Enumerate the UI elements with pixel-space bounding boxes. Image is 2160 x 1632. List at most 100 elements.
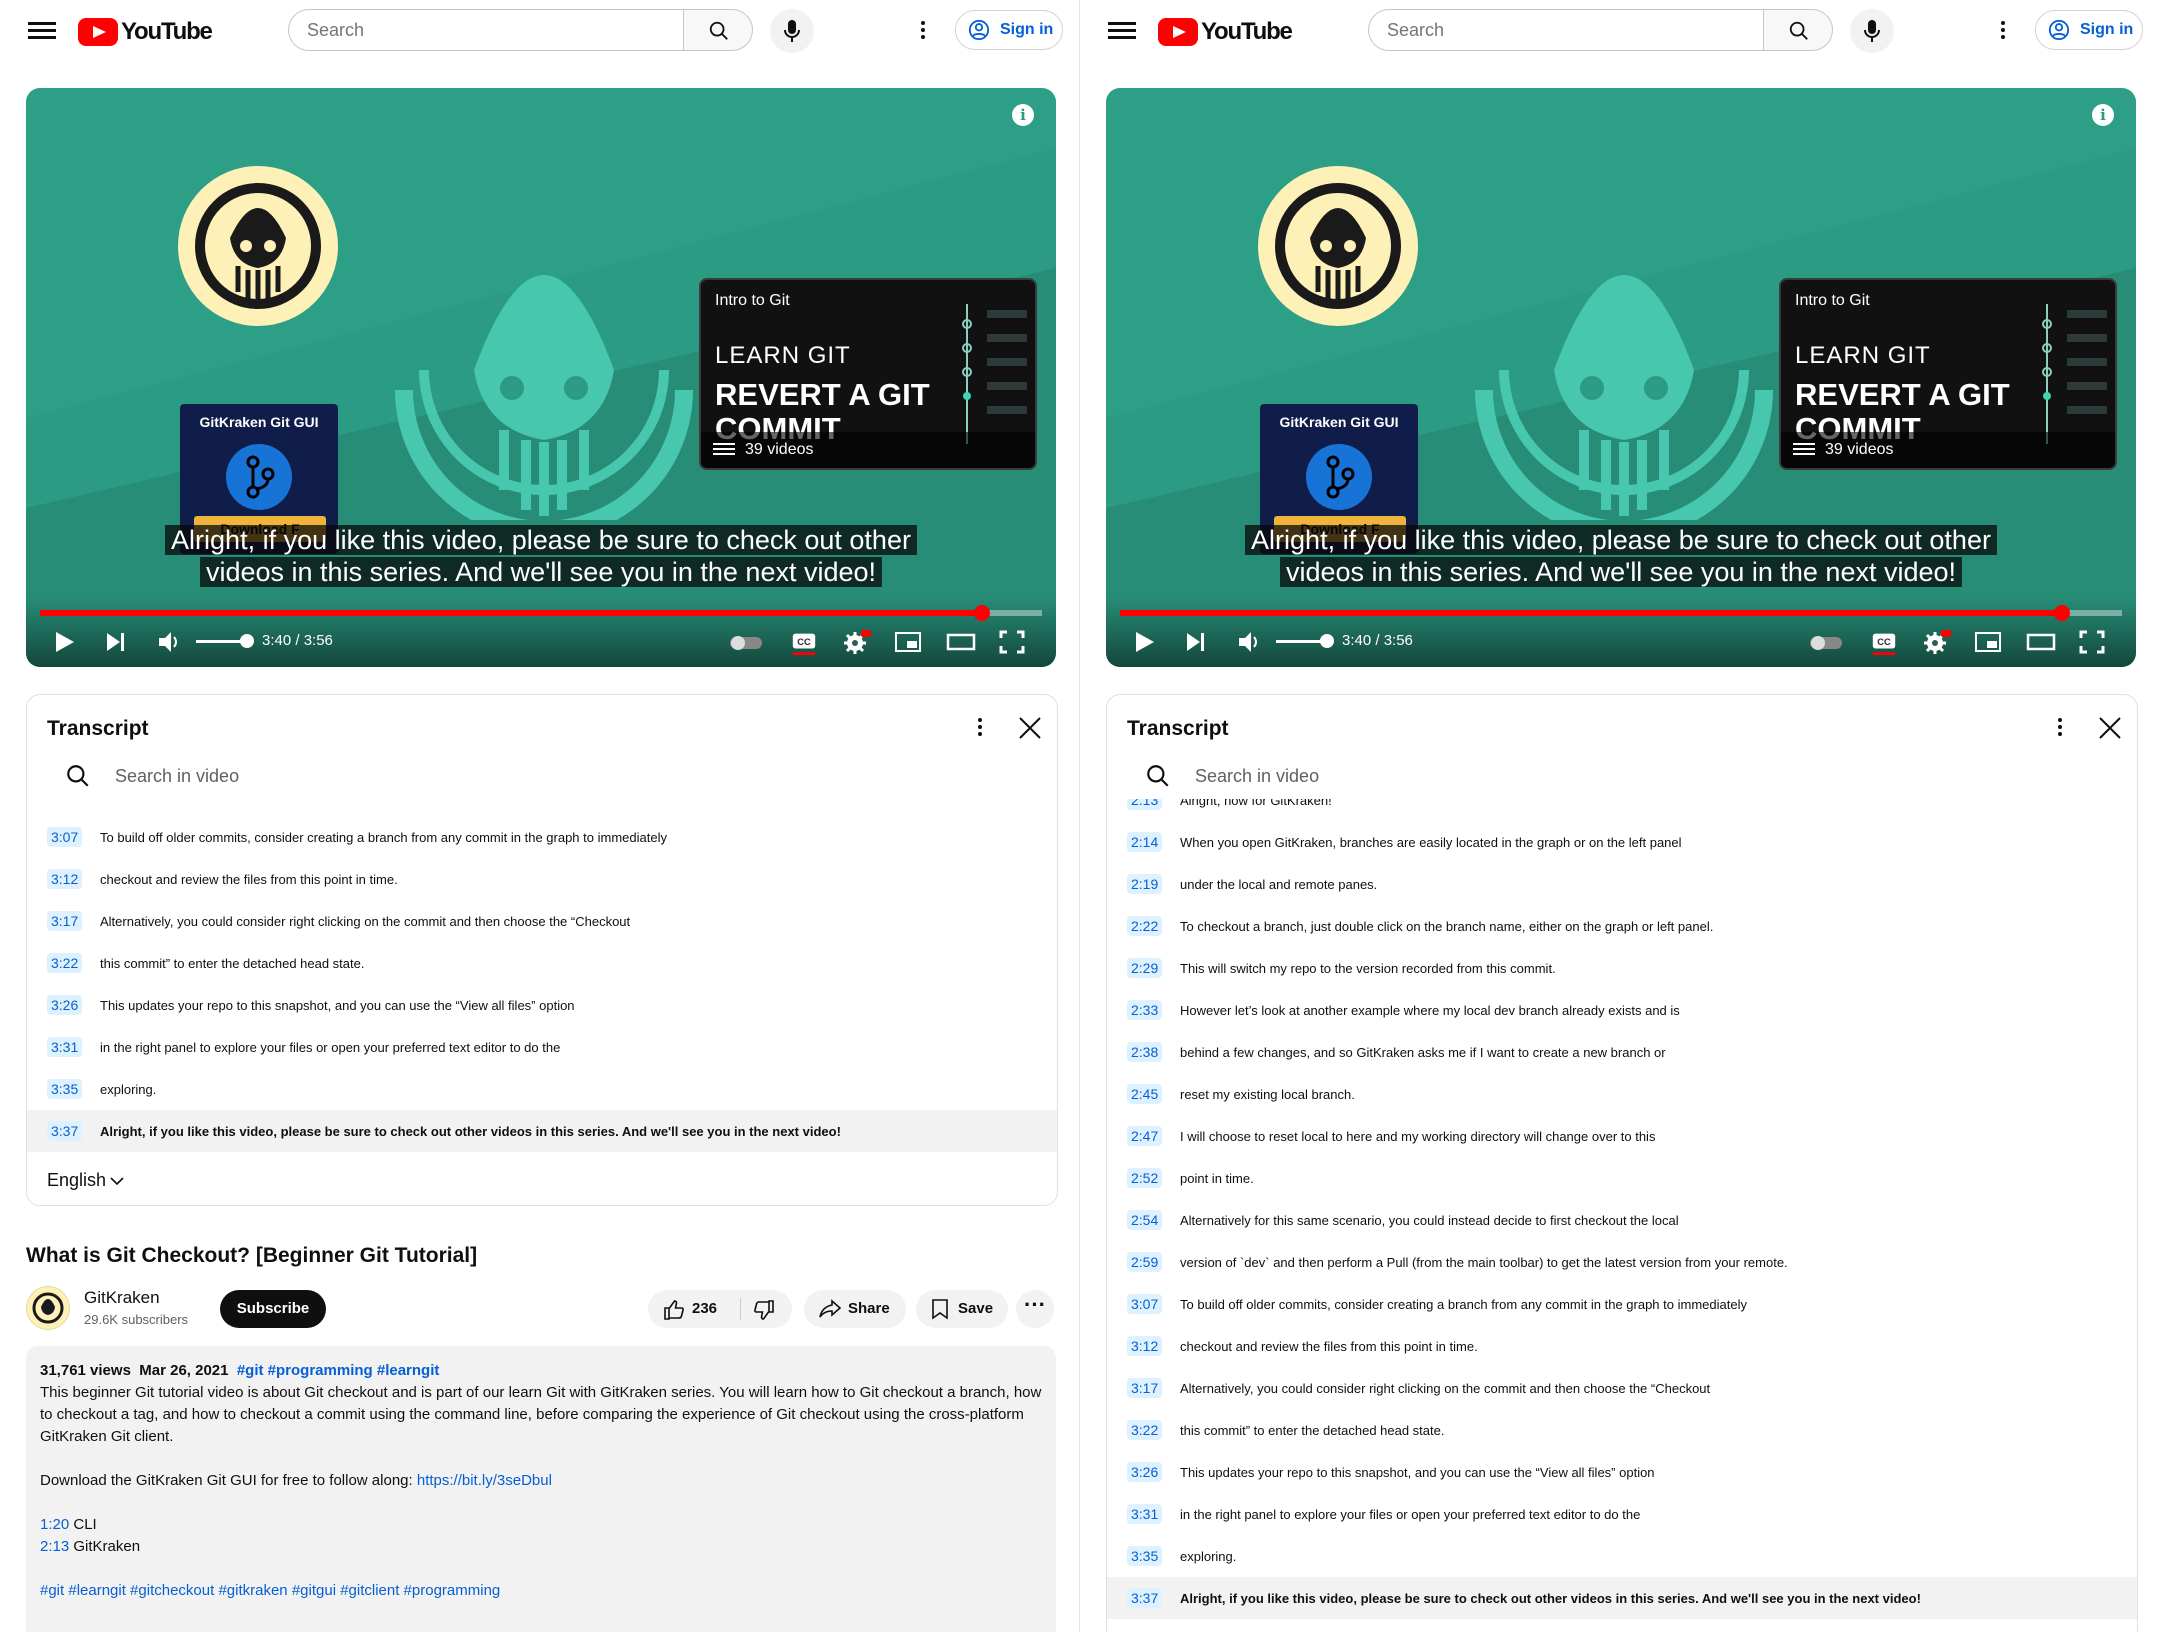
settings-gear-icon[interactable] — [1922, 628, 1952, 656]
miniplayer-icon[interactable] — [1974, 628, 2002, 656]
segment-timestamp[interactable]: 3:17 — [47, 911, 83, 931]
segment-timestamp[interactable]: 3:26 — [1127, 1462, 1163, 1482]
segment-timestamp[interactable]: 3:31 — [47, 1037, 83, 1057]
segment-timestamp[interactable]: 3:31 — [1127, 1504, 1163, 1524]
transcript-segment[interactable]: 3:12 checkout and review the files from t… — [1107, 1325, 2137, 1367]
transcript-segment[interactable]: 2:19 under the local and remote panes. — [1107, 863, 2137, 905]
autoplay-toggle-icon[interactable] — [728, 628, 764, 656]
search-input[interactable]: Search — [288, 9, 684, 51]
transcript-segment[interactable]: 3:37 Alright, if you like this video, ple… — [1107, 1577, 2137, 1619]
transcript-segment[interactable]: 2:13 Alright, now for GitKraken! — [1107, 799, 2137, 821]
info-icon[interactable]: i — [1012, 104, 1034, 126]
segment-timestamp[interactable]: 2:14 — [1127, 832, 1163, 852]
download-link[interactable]: https://bit.ly/3seDbul — [417, 1472, 552, 1489]
transcript-segment[interactable]: 3:12 checkout and review the files from t… — [27, 858, 1057, 900]
progress-scrubber[interactable] — [973, 605, 990, 621]
transcript-segment[interactable]: 3:26 This updates your repo to this snaps… — [1107, 1451, 2137, 1493]
language-selector[interactable]: English — [47, 1170, 124, 1191]
miniplayer-icon[interactable] — [894, 628, 922, 656]
volume-knob[interactable] — [1320, 634, 1334, 648]
transcript-segment[interactable]: 3:17 Alternatively, you could consider ri… — [27, 900, 1057, 942]
segment-timestamp[interactable]: 2:29 — [1127, 958, 1163, 978]
fullscreen-icon[interactable] — [2078, 628, 2106, 656]
voice-search-button[interactable] — [770, 9, 814, 53]
segment-timestamp[interactable]: 3:07 — [1127, 1294, 1163, 1314]
close-icon[interactable] — [2097, 715, 2123, 741]
fullscreen-icon[interactable] — [998, 628, 1026, 656]
transcript-search[interactable]: Search in video — [1145, 759, 1745, 793]
progress-bar[interactable] — [1120, 605, 2122, 621]
search-button[interactable] — [683, 9, 753, 51]
segment-timestamp[interactable]: 3:12 — [1127, 1336, 1163, 1356]
transcript-segment[interactable]: 3:37 Alright, if you like this video, ple… — [27, 1110, 1057, 1152]
menu-icon[interactable] — [28, 18, 56, 46]
video-player[interactable]: i Intro to Git LEARN GIT REVERT A GIT CO… — [26, 88, 1056, 667]
youtube-logo[interactable]: YouTube — [1158, 15, 1293, 49]
captions-icon[interactable]: CC — [790, 628, 818, 656]
transcript-segment[interactable]: 3:07 To build off older commits, consider… — [1107, 1283, 2137, 1325]
transcript-segment[interactable]: 2:38 behind a few changes, and so GitKrak… — [1107, 1031, 2137, 1073]
next-icon[interactable] — [104, 628, 128, 656]
chapter-2-time[interactable]: 2:13 — [40, 1538, 69, 1555]
segment-timestamp[interactable]: 3:07 — [47, 827, 83, 847]
youtube-logo[interactable]: YouTube — [78, 15, 213, 49]
segment-timestamp[interactable]: 3:12 — [47, 869, 83, 889]
progress-scrubber[interactable] — [2053, 605, 2070, 621]
subscribe-button[interactable]: Subscribe — [220, 1290, 326, 1328]
transcript-segment[interactable]: 2:14 When you open GitKraken, branches ar… — [1107, 821, 2137, 863]
theater-mode-icon[interactable] — [946, 628, 976, 656]
share-button[interactable]: Share — [804, 1290, 906, 1328]
play-icon[interactable] — [1132, 628, 1156, 656]
menu-icon[interactable] — [1108, 18, 1136, 46]
transcript-segment[interactable]: 3:26 This updates your repo to this snaps… — [27, 984, 1057, 1026]
segment-timestamp[interactable]: 2:47 — [1127, 1126, 1163, 1146]
segment-timestamp[interactable]: 3:22 — [47, 953, 83, 973]
transcript-segment[interactable]: 3:35 exploring. — [1107, 1535, 2137, 1577]
segment-timestamp[interactable]: 3:37 — [1127, 1588, 1163, 1608]
transcript-segment[interactable]: 3:35 exploring. — [27, 1068, 1057, 1110]
save-button[interactable]: Save — [916, 1290, 1008, 1328]
segment-timestamp[interactable]: 2:22 — [1127, 916, 1163, 936]
segment-timestamp[interactable]: 3:35 — [1127, 1546, 1163, 1566]
chapter-1-time[interactable]: 1:20 — [40, 1516, 69, 1533]
transcript-segment[interactable]: 3:22 this commit” to enter the detached h… — [1107, 1409, 2137, 1451]
segment-timestamp[interactable]: 2:13 — [1127, 799, 1163, 810]
segment-timestamp[interactable]: 2:45 — [1127, 1084, 1163, 1104]
progress-bar[interactable] — [40, 605, 1042, 621]
transcript-search[interactable]: Search in video — [65, 759, 665, 793]
transcript-segment[interactable]: 2:54 Alternatively for this same scenario… — [1107, 1199, 2137, 1241]
next-icon[interactable] — [1184, 628, 1208, 656]
video-player[interactable]: i Intro to Git LEARN GIT REVERT A GIT CO… — [1106, 88, 2136, 667]
transcript-segment[interactable]: 3:31 in the right panel to explore your f… — [27, 1026, 1057, 1068]
volume-icon[interactable] — [156, 628, 184, 656]
voice-search-button[interactable] — [1850, 9, 1894, 53]
search-button[interactable] — [1763, 9, 1833, 51]
close-icon[interactable] — [1017, 715, 1043, 741]
segment-timestamp[interactable]: 2:59 — [1127, 1252, 1163, 1272]
theater-mode-icon[interactable] — [2026, 628, 2056, 656]
settings-menu-icon[interactable] — [1998, 18, 2008, 46]
description-hashtags[interactable]: #git #learngit #gitcheckout #gitkraken #… — [40, 1582, 500, 1599]
sign-in-button[interactable]: Sign in — [955, 10, 1063, 50]
segment-timestamp[interactable]: 2:33 — [1127, 1000, 1163, 1020]
more-actions-icon[interactable]: ··· — [1016, 1290, 1054, 1328]
settings-menu-icon[interactable] — [918, 18, 928, 46]
segment-timestamp[interactable]: 3:22 — [1127, 1420, 1163, 1440]
channel-name[interactable]: GitKraken — [84, 1288, 160, 1308]
sign-in-button[interactable]: Sign in — [2035, 10, 2143, 50]
transcript-segment[interactable]: 2:52 point in time. — [1107, 1157, 2137, 1199]
transcript-segment[interactable]: 2:45 reset my existing local branch. — [1107, 1073, 2137, 1115]
transcript-more-icon[interactable] — [2055, 715, 2065, 743]
transcript-scroll-area[interactable]: 2:13 Alright, now for GitKraken! 2:14 When … — [1107, 799, 2137, 1632]
search-input[interactable]: Search — [1368, 9, 1764, 51]
thumbs-down-icon[interactable] — [752, 1298, 776, 1322]
segment-timestamp[interactable]: 2:52 — [1127, 1168, 1163, 1188]
transcript-more-icon[interactable] — [975, 715, 985, 743]
segment-timestamp[interactable]: 3:17 — [1127, 1378, 1163, 1398]
thumbs-up-icon[interactable] — [662, 1298, 686, 1322]
description-box[interactable]: 31,761 views Mar 26, 2021 #git #programm… — [26, 1346, 1056, 1632]
series-card[interactable]: Intro to Git LEARN GIT REVERT A GIT COMM… — [699, 278, 1037, 470]
play-icon[interactable] — [52, 628, 76, 656]
segment-timestamp[interactable]: 3:37 — [47, 1121, 83, 1141]
volume-icon[interactable] — [1236, 628, 1264, 656]
